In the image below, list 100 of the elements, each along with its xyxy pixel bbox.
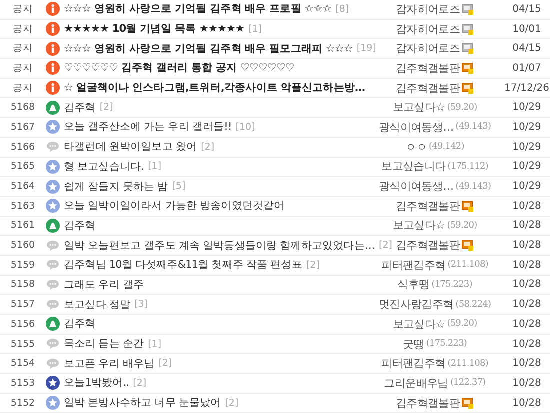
writer-name[interactable]: 김주혁갤볼판 [396, 198, 460, 214]
comment-count: [3] [134, 299, 148, 310]
writer-name[interactable]: 보고싶다☆ [392, 316, 446, 332]
writer-name[interactable]: 김주혁갤볼판 [396, 238, 460, 254]
comment-count: [2] [133, 378, 147, 389]
post-number: 공지 [12, 82, 34, 95]
post-number: 5168 [10, 102, 36, 114]
post-date: 10/29 [512, 181, 542, 192]
ip-address: (211.108) [448, 260, 488, 270]
post-title-link[interactable]: 김주혁님 10월 다섯째주&11월 첫째주 작품 편성표 [64, 258, 302, 272]
post-date: 01/07 [512, 62, 542, 74]
writer-name[interactable]: 멋진사랑김주혁 [378, 297, 454, 312]
post-date: 04/15 [512, 43, 542, 54]
info-icon [46, 61, 60, 76]
post-date: 10/28 [512, 200, 542, 212]
post-title-link[interactable]: 목소리 듣는 순간 [64, 337, 144, 352]
post-title-link[interactable]: 오늘 갤주산소에 가는 우리 갤러들!! [64, 120, 232, 134]
post-title-link[interactable]: 오늘1박봤어.. [64, 376, 130, 390]
post-title-link[interactable]: 쉽게 잠들지 못하는 밤 [64, 180, 168, 194]
post-date: 10/28 [512, 398, 542, 409]
post-number: 공지 [12, 62, 34, 75]
writer-name[interactable]: 피터팬김주혁 [382, 356, 446, 372]
post-title-link[interactable]: ★★★★★ 10월 기념일 목록 ★★★★★ [64, 22, 245, 36]
post-title-link[interactable]: 오늘 일박이일이라서 가능한 방송이였던것같어 [64, 199, 285, 214]
ip-address: (175.223) [432, 280, 472, 290]
post-title-link[interactable]: ☆ 얼굴책이나 인스타그램,트위터,각종사이트 악플신고하는방… [64, 81, 366, 96]
post-title-link[interactable]: 그래도 우리 갤주 [64, 278, 144, 292]
post-date: 10/28 [512, 299, 542, 310]
speech-bubble-icon [46, 141, 60, 154]
post-title-link[interactable]: 김주혁 [64, 317, 96, 332]
post-date: 17/12/26 [504, 82, 550, 94]
user-badge-icon [462, 4, 474, 15]
post-date: 10/28 [512, 358, 542, 370]
post-number: 공지 [12, 22, 34, 36]
ip-address: (175.223) [426, 339, 468, 350]
writer-name[interactable]: 감자히어로즈 [396, 22, 460, 37]
writer-name[interactable]: 김주혁갤볼판 [396, 60, 460, 76]
post-number: 5160 [10, 240, 36, 252]
star-icon [46, 160, 60, 174]
post-number: 5153 [10, 378, 36, 389]
writer-name[interactable]: 김주혁갤볼판 [396, 80, 460, 96]
info-icon [46, 42, 60, 56]
image-icon [46, 100, 60, 115]
speech-bubble-icon [46, 259, 60, 272]
comment-count: [1] [248, 24, 262, 35]
writer-name[interactable]: 김주혁갤볼판 [396, 396, 460, 411]
user-badge-icon [462, 200, 474, 212]
post-date: 10/28 [512, 338, 542, 350]
writer-name[interactable]: 보고싶다☆ [392, 218, 446, 234]
post-number: 5156 [10, 318, 36, 330]
writer-name[interactable]: 피터팬김주혁 [382, 258, 446, 273]
writer-name[interactable]: 감자히어로즈 [396, 41, 460, 56]
post-title-link[interactable]: ☆☆☆ 영원히 사랑으로 기억될 김주혁 배우 필모그래피 ☆☆☆ [64, 42, 353, 56]
post-title-link[interactable]: 보고싶다 정말 [64, 298, 131, 312]
post-title-link[interactable]: 보고픈 우리 배우님 [64, 356, 155, 371]
writer-name[interactable]: ㅇㅇ [406, 140, 428, 155]
comment-count: [2] [306, 260, 320, 271]
writer-name[interactable]: 보고싶다☆ [392, 100, 446, 116]
star-icon [46, 199, 60, 214]
ip-address: (49.143) [456, 182, 492, 192]
post-title-link[interactable]: 김주혁 [64, 100, 96, 115]
post-date: 04/15 [512, 4, 542, 15]
user-badge-icon [462, 82, 474, 94]
post-number: 5152 [10, 398, 36, 409]
post-number: 5164 [10, 181, 36, 192]
post-title-link[interactable]: 일박 본방사수하고 너무 눈물났어 [64, 396, 222, 410]
post-title-link[interactable]: 일박 오늘편보고 갤주도 계속 일박동생들이랑 함께하고있었다는… [64, 238, 375, 253]
info-icon [46, 2, 60, 16]
writer-name[interactable]: 그리운배우님 [384, 376, 448, 391]
comment-count: [2] [201, 142, 215, 153]
post-number: 5167 [10, 122, 36, 133]
image-icon [46, 218, 60, 233]
writer-name[interactable]: 보고싶습니다 [382, 159, 446, 174]
comment-count: [8] [336, 4, 350, 15]
post-date: 10/28 [512, 260, 542, 271]
post-date: 10/29 [512, 122, 542, 133]
speech-bubble-icon [46, 240, 60, 252]
star-icon [46, 376, 60, 390]
post-title-link[interactable]: ☆☆☆ 영원히 사랑으로 기억될 김주혁 배우 프로필 ☆☆☆ [64, 2, 332, 16]
post-date: 10/28 [512, 240, 542, 252]
writer-name[interactable]: 굿땡 [402, 336, 424, 352]
post-title-link[interactable]: 형 보고싶습니다. [64, 160, 144, 174]
speech-bubble-icon [46, 278, 60, 291]
post-date: 10/28 [512, 279, 542, 290]
post-title-link[interactable]: 타갤런데 원박이일보고 왔어 [64, 140, 198, 154]
writer-name[interactable]: 광식이여동생… [378, 179, 454, 194]
post-date: 10/01 [512, 24, 542, 35]
writer-name[interactable]: 광식이여동생… [378, 120, 454, 135]
post-number: 공지 [12, 42, 34, 56]
post-title-link[interactable]: 김주혁 [64, 218, 96, 233]
comment-count: [1] [148, 161, 162, 172]
post-title-link[interactable]: ♡♡♡♡♡♡ 김주혁 갤러리 통합 공지 ♡♡♡♡♡♡ [64, 61, 294, 76]
writer-name[interactable]: 식후땡 [398, 277, 430, 292]
comment-count: [5] [172, 181, 186, 192]
ip-address: (58.224) [456, 300, 492, 310]
writer-name[interactable]: 감자히어로즈 [396, 2, 460, 17]
post-number: 5166 [10, 142, 36, 153]
user-badge-icon [462, 43, 474, 54]
comment-count: [10] [236, 122, 256, 133]
post-date: 10/29 [512, 102, 542, 114]
